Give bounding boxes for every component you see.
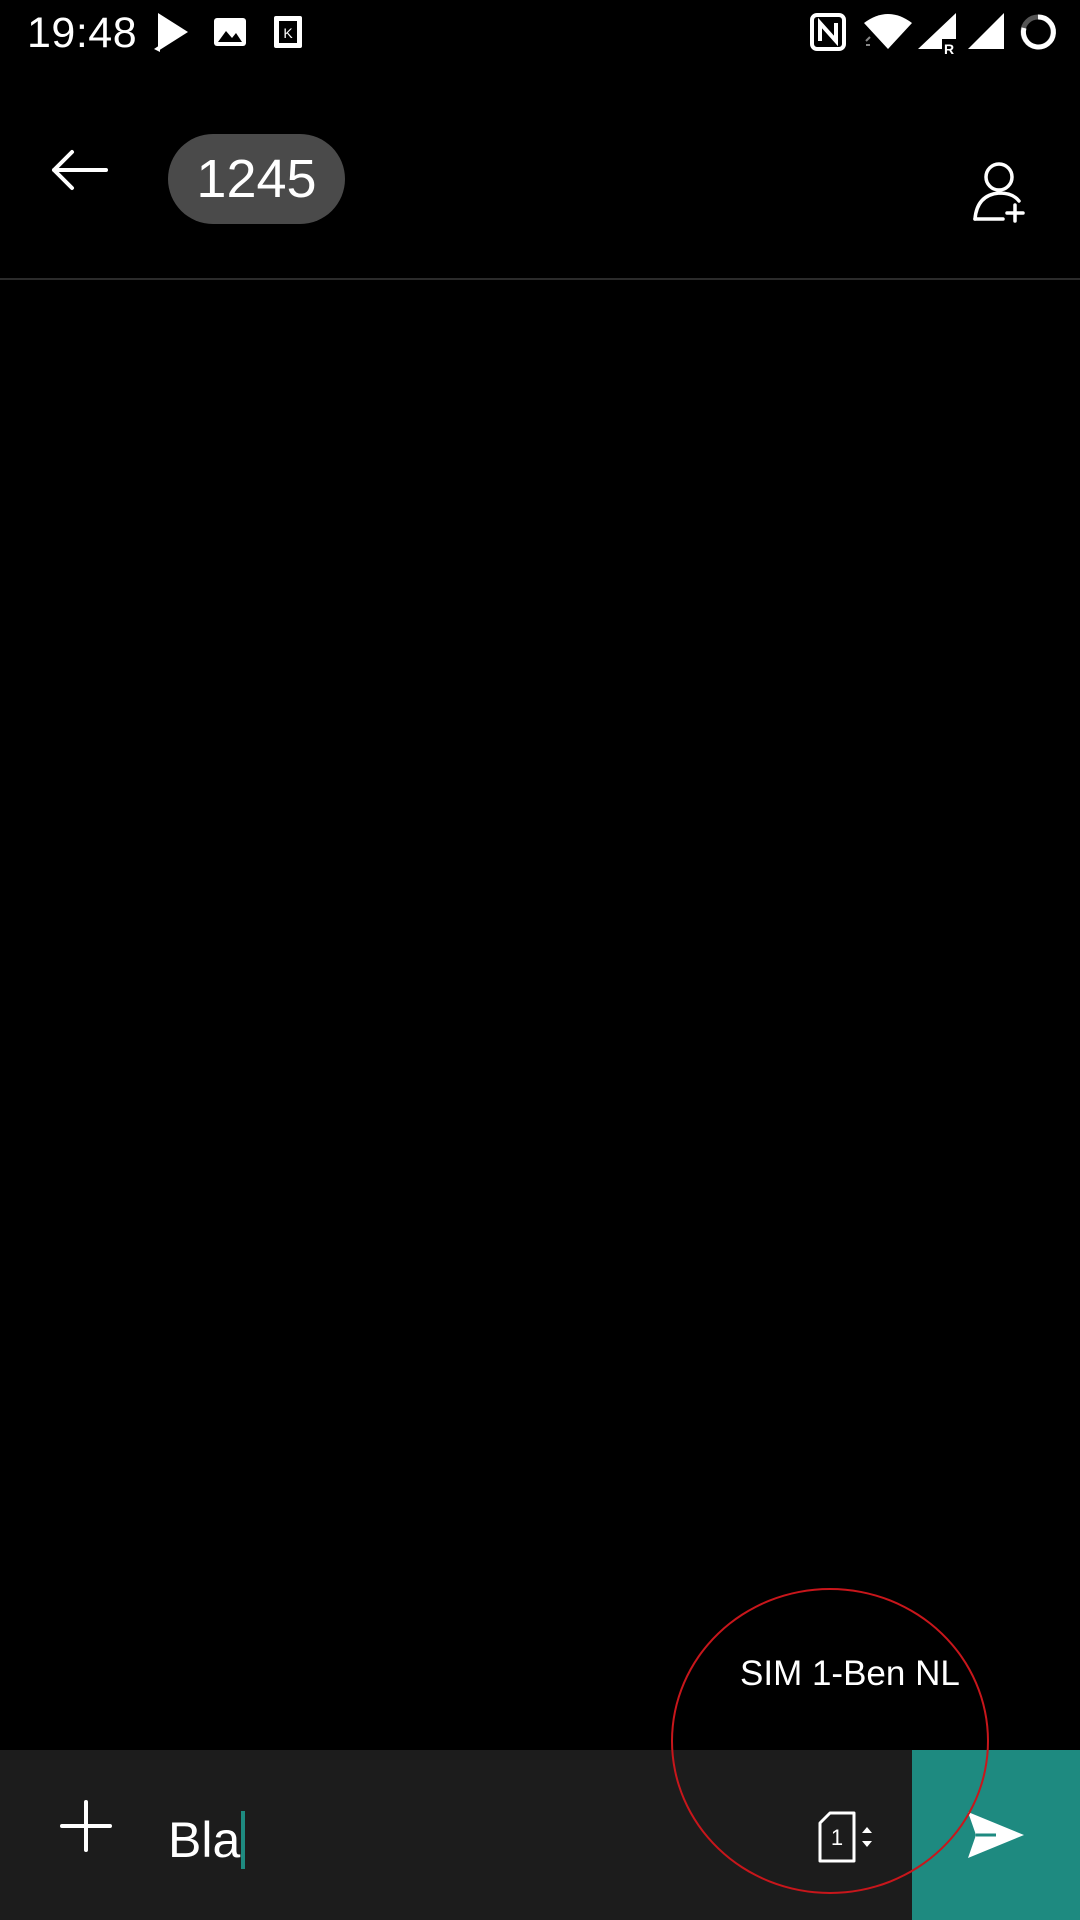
k-app-icon: K: [271, 11, 305, 53]
sim-switch-button[interactable]: 1: [808, 1798, 888, 1878]
status-time: 19:48: [27, 9, 138, 57]
sim-label: SIM 1-Ben NL: [740, 1654, 960, 1693]
sim-card-icon: 1: [818, 1811, 872, 1863]
recipient-chip[interactable]: 1245: [168, 134, 345, 224]
send-icon: [968, 1812, 1024, 1858]
messaging-screen: 19:48 K R 1245 SIM 1-Ben NL Bla 1: [0, 0, 1080, 1920]
recipient-number: 1245: [196, 149, 317, 209]
image-icon: [213, 11, 247, 53]
plus-icon: [60, 1800, 112, 1852]
play-store-icon: [154, 11, 190, 53]
wifi-icon: [862, 11, 914, 53]
status-bar: 19:48 K R: [0, 0, 1080, 66]
signal-roaming-icon: R: [916, 11, 960, 55]
sim-number: 1: [831, 1825, 843, 1850]
battery-ring-icon: [1018, 11, 1058, 53]
nfc-icon: [810, 11, 846, 53]
send-button[interactable]: [912, 1750, 1080, 1920]
message-input[interactable]: Bla: [168, 1798, 768, 1882]
arrow-left-icon: [52, 150, 108, 190]
conversation-header: 1245: [0, 66, 1080, 279]
svg-text:R: R: [944, 41, 954, 55]
attach-button[interactable]: [40, 1780, 132, 1872]
svg-text:K: K: [283, 25, 293, 41]
signal-icon: [966, 11, 1006, 53]
text-caret: [241, 1811, 246, 1869]
compose-bar: Bla 1: [0, 1750, 1080, 1920]
add-contact-button[interactable]: [955, 146, 1047, 238]
add-person-icon: [973, 162, 1025, 223]
message-text: Bla: [168, 1812, 241, 1868]
message-list: [0, 280, 1080, 1750]
back-button[interactable]: [34, 124, 126, 216]
